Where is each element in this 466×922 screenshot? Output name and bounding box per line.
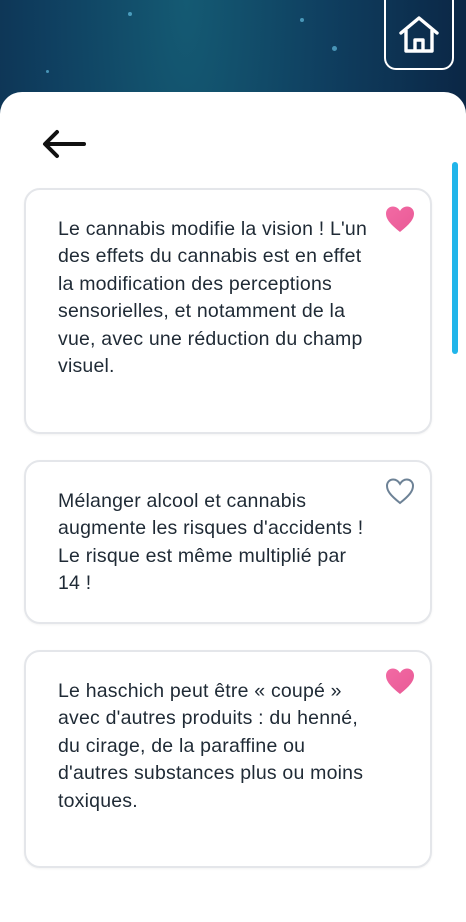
back-button[interactable] (40, 126, 96, 166)
heart-filled-icon (384, 666, 416, 696)
fact-card: Mélanger alcool et cannabis augmente les… (24, 460, 432, 624)
decorative-dot (46, 70, 49, 73)
favorite-button[interactable] (384, 476, 416, 506)
scrollbar[interactable] (452, 162, 458, 354)
fact-text: Mélanger alcool et cannabis augmente les… (58, 490, 364, 595)
home-icon (397, 13, 441, 55)
heart-filled-icon (384, 204, 416, 234)
heart-outline-icon (384, 476, 416, 506)
decorative-dot (332, 46, 337, 51)
home-button[interactable] (384, 0, 454, 70)
arrow-left-icon (40, 129, 88, 164)
fact-text: Le haschich peut être « coupé » avec d'a… (58, 680, 364, 812)
fact-card: Le cannabis modifie la vision ! L'un des… (24, 188, 432, 434)
favorite-button[interactable] (384, 666, 416, 696)
favorite-button[interactable] (384, 204, 416, 234)
decorative-dot (300, 18, 304, 22)
decorative-dot (128, 12, 132, 16)
fact-card: Le haschich peut être « coupé » avec d'a… (24, 650, 432, 868)
content-panel: Le cannabis modifie la vision ! L'un des… (0, 92, 466, 922)
fact-text: Le cannabis modifie la vision ! L'un des… (58, 218, 368, 378)
